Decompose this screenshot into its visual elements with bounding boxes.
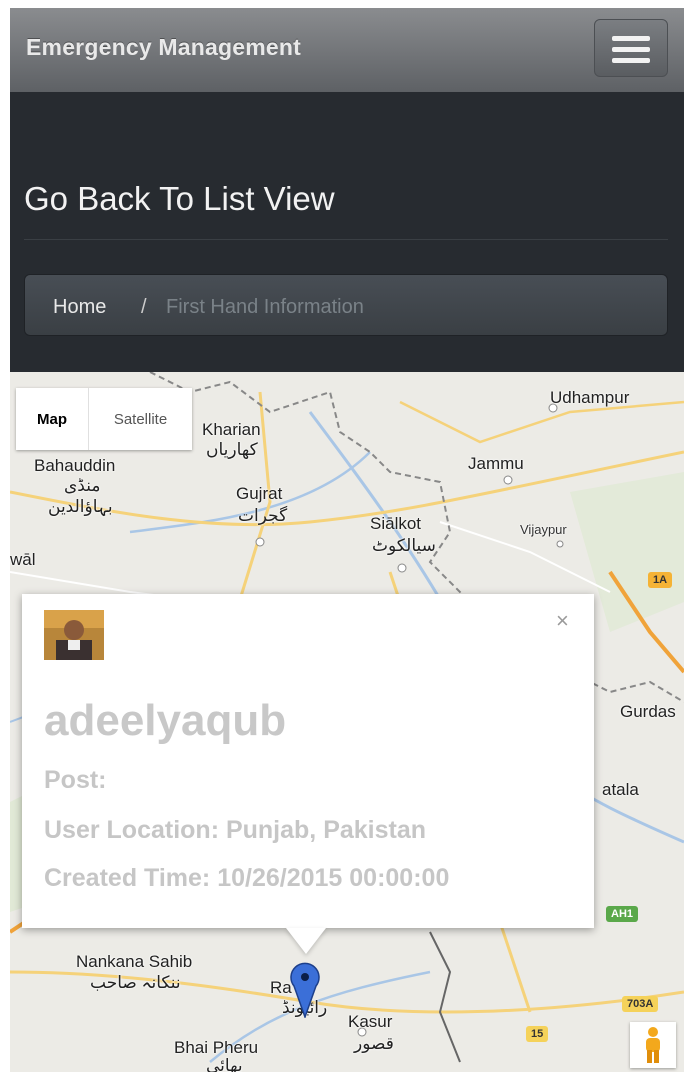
map-label: Nankana Sahib — [76, 952, 193, 971]
breadcrumb-separator: / — [141, 296, 147, 318]
page-header: Go Back To List View Home / First Hand I… — [10, 92, 684, 372]
map-label: atala — [602, 780, 639, 799]
info-post: Post: — [44, 766, 107, 794]
go-back-link[interactable]: Go Back To List View — [24, 180, 335, 218]
road-shield: 1A — [648, 572, 673, 588]
map-type-satellite-button[interactable]: Satellite — [88, 388, 192, 450]
map-label: wāl — [10, 550, 36, 569]
map-type-control: Map Satellite — [16, 388, 192, 450]
map-canvas[interactable]: Map Satellite Udhampur Kharian کھاریاں B… — [10, 372, 684, 1072]
map-label: Siālkot — [370, 514, 422, 533]
map-label: کھاریاں — [206, 440, 258, 459]
info-location: User Location: Punjab, Pakistan — [44, 816, 427, 844]
map-label: Kharian — [202, 420, 261, 439]
navbar: Emergency Management — [10, 8, 684, 92]
info-window-pointer — [286, 928, 326, 954]
breadcrumb-current: First Hand Information — [166, 296, 364, 318]
app-frame: Emergency Management Go Back To List Vie… — [10, 8, 684, 1072]
road-shield: AH1 — [606, 906, 639, 922]
map-label: Kasur — [348, 1012, 393, 1031]
map-label: بہاؤالدین — [48, 497, 113, 516]
map-label: Gujrat — [236, 484, 283, 503]
map-label: Udhampur — [550, 388, 630, 407]
navbar-toggle-button[interactable] — [594, 19, 668, 77]
map-label: بھائی — [206, 1056, 243, 1072]
map-label: Bhai Pheru — [174, 1038, 259, 1057]
map-label: قصور — [354, 1034, 394, 1053]
map-label: Gurdas — [620, 702, 676, 721]
info-created-time: Created Time: 10/26/2015 00:00:00 — [44, 864, 450, 892]
navbar-brand[interactable]: Emergency Management — [26, 34, 301, 61]
user-avatar — [44, 610, 104, 660]
map-label: سیالکوٹ — [372, 536, 436, 555]
road-shield: 15 — [526, 1026, 549, 1042]
info-window: × adeelyaqub Post: User Location: Punjab… — [22, 594, 594, 928]
street-view-pegman-icon[interactable] — [630, 1022, 676, 1068]
close-icon[interactable]: × — [556, 608, 569, 634]
info-username: adeelyaqub — [44, 696, 287, 745]
map-pin-icon[interactable] — [290, 962, 320, 1020]
map-label: Vijaypur — [520, 522, 567, 537]
breadcrumb-home-link[interactable]: Home — [53, 296, 106, 319]
map-label: ننکانہ صاحب — [90, 973, 181, 992]
map-label: منڈی — [64, 476, 101, 495]
map-label: گجرات — [238, 506, 288, 525]
map-label: Jammu — [468, 454, 524, 473]
road-shield: 703A — [622, 996, 659, 1012]
map-type-map-button[interactable]: Map — [16, 388, 88, 450]
divider — [24, 239, 668, 240]
breadcrumb: Home / First Hand Information — [24, 274, 668, 336]
map-label: Bahauddin — [34, 456, 116, 475]
